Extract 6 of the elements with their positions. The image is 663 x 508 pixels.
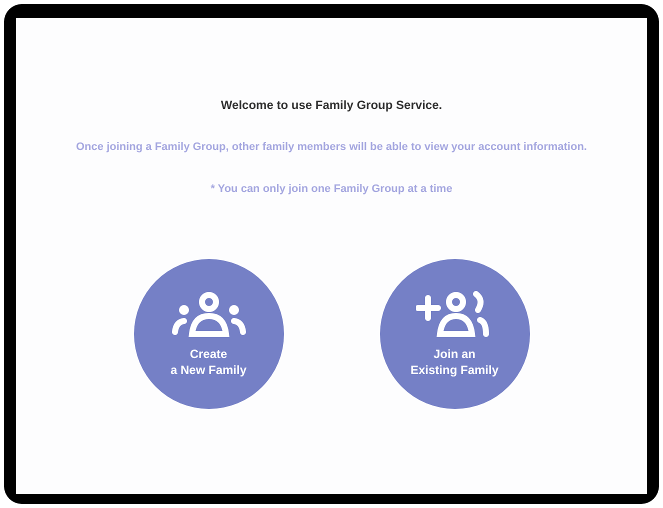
create-family-button[interactable]: Create a New Family <box>134 259 284 409</box>
info-text: Once joining a Family Group, other family members will be able to view your account information. <box>76 140 587 155</box>
note-text: * You can only join one Family Group at a time <box>210 182 452 196</box>
welcome-heading: Welcome to use Family Group Service. <box>220 97 442 114</box>
join-family-button[interactable]: Join an Existing Family <box>380 259 530 409</box>
group-icon <box>170 290 248 340</box>
